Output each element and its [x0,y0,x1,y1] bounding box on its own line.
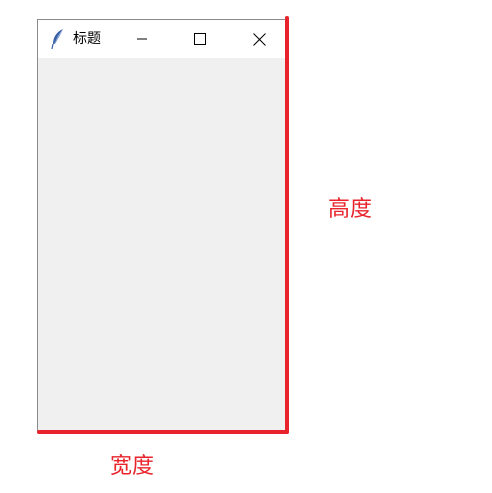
width-label: 宽度 [110,454,155,479]
height-indicator-line [285,16,289,434]
height-label: 高度 [328,197,373,222]
window-client-area [38,58,288,433]
feather-icon [50,28,66,50]
maximize-button[interactable] [177,20,223,58]
close-button[interactable] [236,20,282,58]
window-title: 标题 [73,31,101,47]
minimize-icon [137,38,147,40]
width-indicator-line [37,430,289,434]
maximize-icon [194,33,206,45]
minimize-button[interactable] [119,20,165,58]
close-icon [252,32,266,46]
title-bar[interactable]: 标题 [38,20,288,58]
app-window: 标题 [37,19,288,433]
